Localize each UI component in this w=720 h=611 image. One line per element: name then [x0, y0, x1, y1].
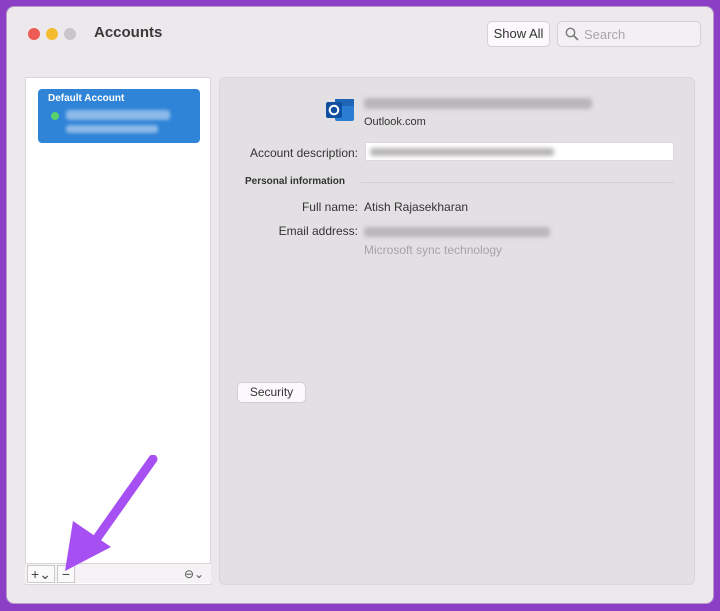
section-divider — [361, 182, 674, 183]
account-type-label: Default Account — [48, 93, 125, 104]
minimize-window-button[interactable] — [46, 28, 58, 40]
status-online-icon — [51, 112, 59, 120]
account-actions-menu-button[interactable]: ⊖⌄ — [179, 565, 209, 583]
full-name-value: Atish Rajasekharan — [364, 200, 469, 214]
sync-technology-note: Microsoft sync technology — [364, 243, 503, 257]
search-field[interactable] — [557, 21, 701, 47]
provider-label: Outlook.com — [364, 116, 426, 128]
personal-info-heading: Personal information — [245, 176, 346, 187]
security-button[interactable]: Security — [237, 382, 306, 403]
redacted-email-value — [364, 227, 550, 237]
account-description-label: Account description: — [249, 146, 358, 160]
full-name-label: Full name: — [301, 200, 358, 214]
email-address-label: Email address: — [278, 224, 358, 238]
search-icon — [565, 27, 579, 41]
show-all-button[interactable]: Show All — [487, 21, 550, 47]
account-detail-panel: Outlook.com Account description: Persona… — [219, 77, 695, 585]
title-bar: Accounts Show All — [7, 7, 713, 59]
accounts-window: Accounts Show All Default Account +⌄ − ⊖… — [6, 6, 714, 604]
account-description-field[interactable] — [365, 142, 674, 161]
outlook-icon — [326, 99, 354, 121]
list-item-default-account[interactable]: Default Account — [38, 89, 200, 143]
redacted-account-email — [66, 110, 170, 120]
add-account-button[interactable]: +⌄ — [27, 565, 55, 583]
close-window-button[interactable] — [28, 28, 40, 40]
redacted-account-detail — [66, 125, 158, 133]
annotation-arrow-icon — [65, 455, 158, 571]
redacted-description-value — [370, 148, 554, 156]
zoom-window-button[interactable] — [64, 28, 76, 40]
window-title: Accounts — [94, 24, 163, 41]
search-input[interactable] — [584, 25, 694, 43]
redacted-account-email — [364, 98, 592, 109]
